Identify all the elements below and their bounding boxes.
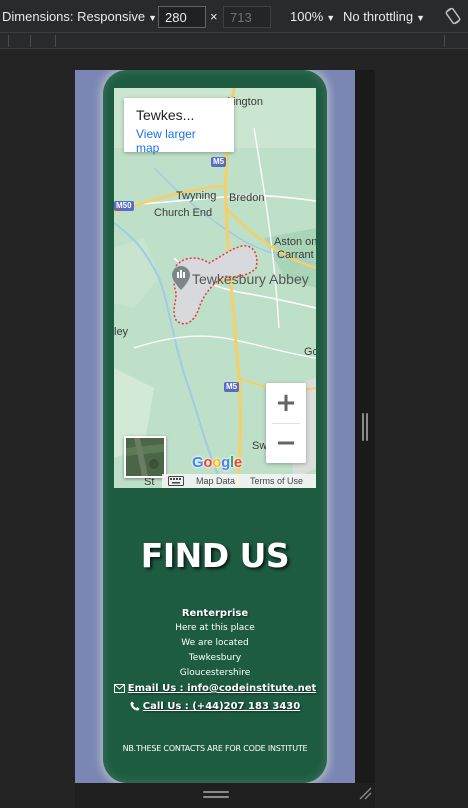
device-viewport: ckington m M5 Twyning Church End Bredon …: [75, 70, 355, 783]
phone-icon: [130, 701, 140, 711]
resize-corner-icon[interactable]: [358, 786, 372, 800]
m5-shield-top: M5: [211, 157, 227, 167]
satellite-thumbnail-icon: [126, 438, 164, 476]
location-pin-icon[interactable]: [172, 266, 190, 290]
resize-handle-bottom[interactable]: [203, 791, 229, 799]
zoom-out-button[interactable]: −: [266, 423, 306, 463]
map-label-go: Go: [304, 346, 316, 358]
zoom-label: 100%: [290, 9, 324, 24]
view-larger-map-link[interactable]: View larger map: [136, 127, 222, 155]
address-line-4: Gloucestershire: [179, 668, 251, 678]
contacts-footnote: NB.THESE CONTACTS ARE FOR CODE INSTITUTE: [122, 744, 308, 753]
zoom-dropdown[interactable]: 100% ▼: [290, 9, 335, 24]
keyboard-icon[interactable]: [168, 476, 184, 486]
address-line-3: Tewkesbury: [188, 653, 242, 663]
chevron-down-icon: ▼: [148, 13, 157, 23]
satellite-toggle-button[interactable]: [124, 436, 166, 478]
find-us-card: ckington m M5 Twyning Church End Bredon …: [103, 70, 327, 783]
map-label-bredon: Bredon: [229, 192, 265, 204]
map-place-title: Tewkes...: [136, 107, 195, 123]
resize-handle-right[interactable]: [362, 413, 368, 441]
map-info-card: Tewkes... View larger map: [124, 98, 234, 155]
map-label-carrant: Carrant: [277, 249, 314, 261]
times-symbol: ×: [210, 9, 218, 24]
m50-shield: M50: [114, 201, 134, 211]
email-row[interactable]: Email Us : info@codeinstitute.net: [103, 682, 327, 696]
map-label-twyning: Twyning: [176, 190, 217, 202]
throttling-label: No throttling: [343, 9, 414, 24]
devtools-toolbar: Dimensions: Responsive ▼ 280 × 713 100% ▼ …: [0, 0, 468, 33]
map-data-link[interactable]: Map Data: [196, 476, 235, 486]
chevron-down-icon: ▼: [326, 13, 336, 23]
map-zoom-control: + −: [266, 383, 306, 463]
phone-row[interactable]: Call Us : (+44)207 183 3430: [103, 700, 327, 714]
page-title: FIND US: [140, 536, 290, 575]
media-query-ruler: [0, 33, 468, 49]
chevron-down-icon: ▼: [416, 13, 426, 23]
width-input[interactable]: 280: [158, 6, 206, 28]
embedded-map[interactable]: ckington m M5 Twyning Church End Bredon …: [114, 88, 316, 488]
address-line-1: Here at this place: [175, 623, 255, 633]
dimensions-dropdown[interactable]: Dimensions: Responsive ▼: [2, 9, 157, 24]
envelope-icon: [113, 684, 125, 693]
map-label-sw: Sw: [252, 440, 268, 452]
company-name: Renterprise: [181, 608, 249, 619]
map-label-tewkesbury-abbey: Tewkesbury Abbey: [192, 271, 309, 287]
rotate-icon[interactable]: [444, 7, 462, 25]
dimensions-label: Dimensions: Responsive: [2, 9, 146, 24]
map-attribution-bar: Map Data Terms of Use: [162, 474, 316, 488]
map-label-church-end: Church End: [154, 207, 213, 219]
address-line-2: We are located: [181, 638, 249, 648]
email-link[interactable]: Email Us : info@codeinstitute.net: [128, 683, 317, 694]
throttling-dropdown[interactable]: No throttling ▼: [343, 9, 425, 24]
terms-of-use-link[interactable]: Terms of Use: [250, 476, 303, 486]
m5-shield-bottom: M5: [224, 382, 240, 392]
google-logo: Google: [192, 454, 242, 471]
phone-link[interactable]: Call Us : (+44)207 183 3430: [143, 701, 300, 712]
map-label-aston-on: Aston on: [274, 236, 316, 248]
map-label-ley: ley: [114, 326, 129, 338]
zoom-in-button[interactable]: +: [266, 383, 306, 423]
height-input[interactable]: 713: [223, 6, 271, 28]
